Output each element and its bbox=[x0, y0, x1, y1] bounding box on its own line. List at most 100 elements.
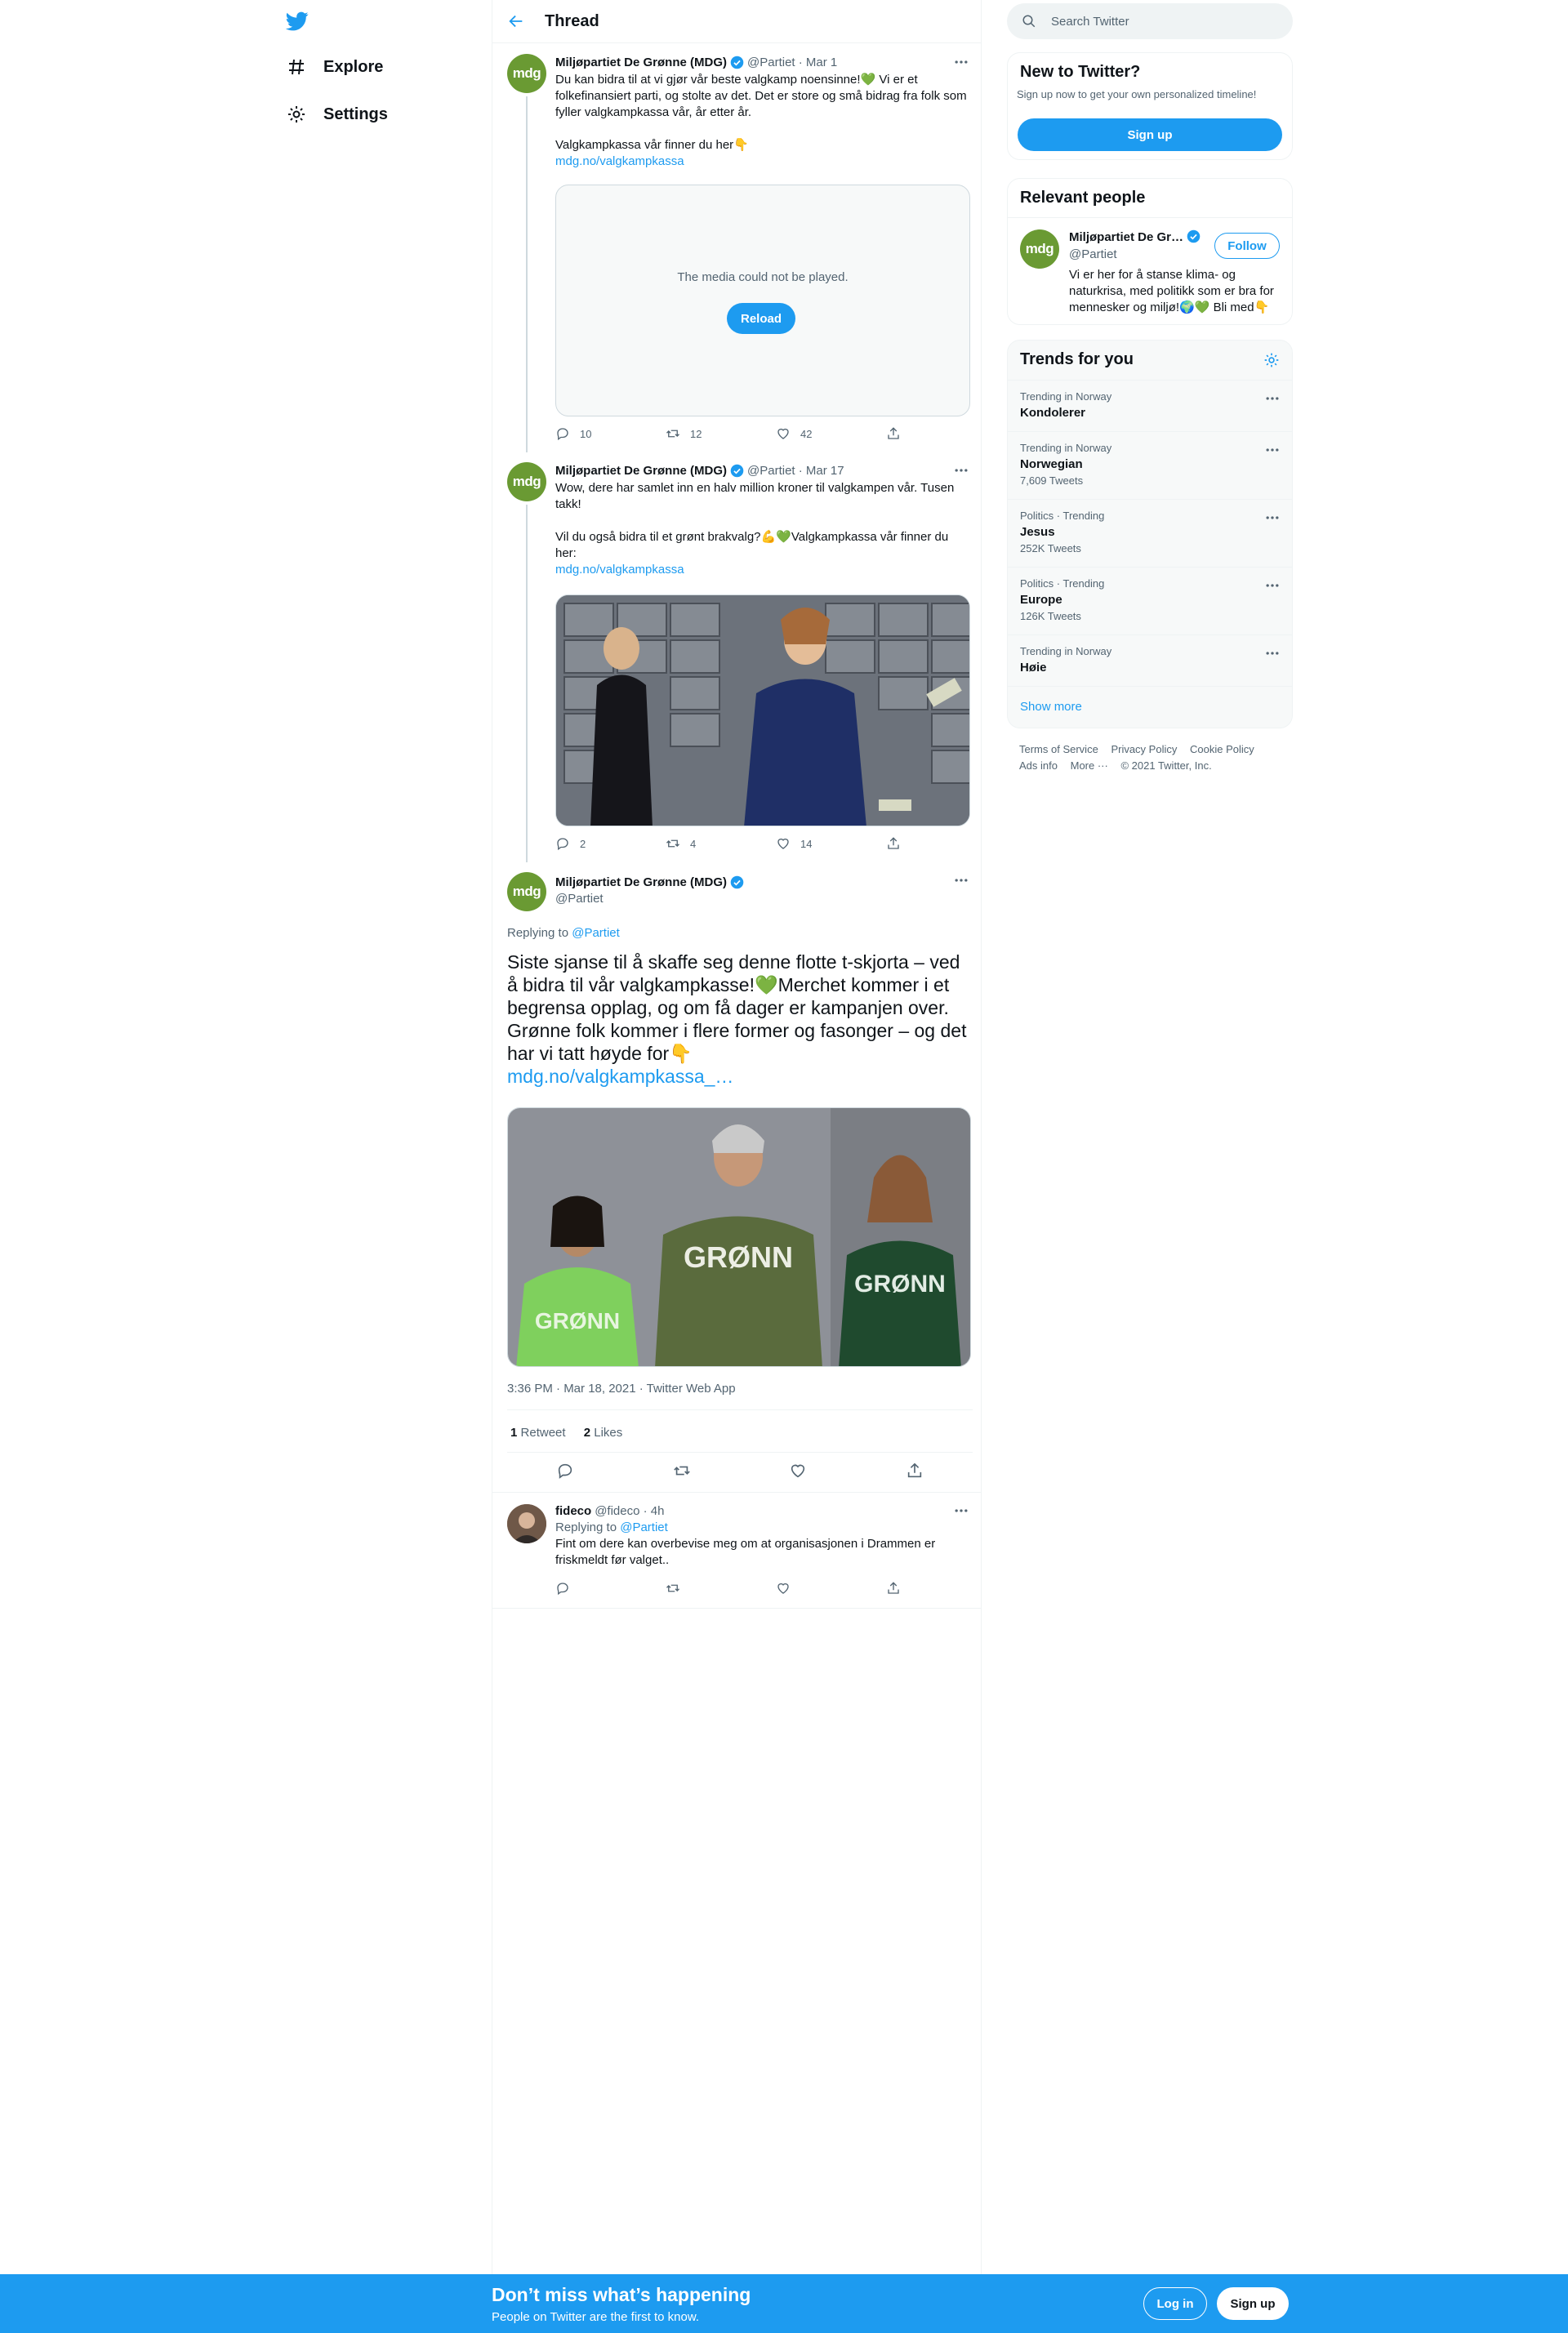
reload-button[interactable]: Reload bbox=[727, 303, 795, 334]
more-icon[interactable] bbox=[953, 872, 969, 888]
trend-item[interactable]: Trending in Norway Norwegian 7,609 Tweet… bbox=[1008, 431, 1292, 499]
avatar[interactable]: mdg bbox=[1020, 229, 1059, 269]
new-to-twitter-card: New to Twitter? Sign up now to get your … bbox=[1007, 52, 1293, 160]
tweet-link[interactable]: mdg.no/valgkampkassa bbox=[555, 562, 972, 578]
trend-name: Kondolerer bbox=[1020, 406, 1086, 420]
tweet[interactable]: mdg Miljøpartiet De Grønne (MDG) @Partie… bbox=[492, 44, 981, 452]
avatar[interactable]: mdg bbox=[507, 872, 546, 911]
shirt-print: GRØNN bbox=[684, 1240, 793, 1274]
tweet[interactable]: mdg Miljøpartiet De Grønne (MDG) @Partie… bbox=[492, 452, 981, 862]
more-icon[interactable] bbox=[1264, 510, 1281, 526]
share-action[interactable] bbox=[886, 1581, 996, 1596]
trend-item[interactable]: Politics · Trending Europe 126K Tweets bbox=[1008, 567, 1292, 634]
search-input[interactable] bbox=[1051, 14, 1263, 29]
nav-explore[interactable]: Explore bbox=[286, 51, 383, 83]
divider bbox=[507, 1452, 973, 1453]
share-icon bbox=[888, 1582, 899, 1594]
reply-action[interactable]: 2 bbox=[555, 836, 666, 851]
tweet-photo[interactable] bbox=[555, 594, 970, 826]
gear-icon[interactable] bbox=[1263, 352, 1280, 368]
avatar[interactable]: mdg bbox=[507, 462, 546, 501]
search-box[interactable] bbox=[1007, 3, 1293, 39]
trend-count: 7,609 Tweets bbox=[1020, 474, 1084, 487]
tweet-timestamp[interactable]: 3:36 PM · Mar 18, 2021 · Twitter Web App bbox=[507, 1382, 736, 1396]
more-icon[interactable] bbox=[1264, 577, 1281, 594]
reply-action[interactable] bbox=[555, 1581, 666, 1596]
mailboxes-photo bbox=[556, 595, 969, 826]
like-count: 14 bbox=[800, 837, 813, 850]
retweet-action[interactable]: 4 bbox=[666, 836, 776, 851]
trend-item[interactable]: Trending in Norway Kondolerer bbox=[1008, 380, 1292, 431]
divider bbox=[507, 1409, 973, 1410]
user-name[interactable]: fideco bbox=[555, 1504, 591, 1518]
twitter-logo-icon[interactable] bbox=[284, 10, 310, 33]
likes-stat[interactable]: 2 Likes bbox=[584, 1426, 623, 1440]
user-name[interactable]: Miljøpartiet De Grønne (MDG) bbox=[555, 464, 727, 478]
retweet-icon[interactable] bbox=[673, 1462, 691, 1480]
tshirts-photo: GRØNN GRØNN GRØNN bbox=[508, 1108, 970, 1366]
banner-subline: People on Twitter are the first to know. bbox=[492, 2310, 700, 2324]
replying-to-link[interactable]: @Partiet bbox=[572, 926, 620, 940]
tweet-photo[interactable]: GRØNN GRØNN GRØNN bbox=[507, 1107, 971, 1367]
focused-tweet: mdg Miljøpartiet De Grønne (MDG) @Partie… bbox=[492, 862, 981, 1493]
replying-prefix: Replying to bbox=[555, 1520, 621, 1534]
like-action[interactable]: 42 bbox=[776, 426, 886, 441]
handle-date: @Partiet · Mar 17 bbox=[747, 463, 844, 478]
trend-context: Trending in Norway bbox=[1020, 645, 1112, 657]
more-icon[interactable] bbox=[1264, 390, 1281, 407]
relevant-name[interactable]: Miljøpartiet De Gr… bbox=[1069, 230, 1183, 244]
share-icon[interactable] bbox=[906, 1462, 924, 1480]
banner-signup-button[interactable]: Sign up bbox=[1217, 2287, 1289, 2320]
more-link[interactable]: More ··· bbox=[1071, 759, 1108, 772]
terms-link[interactable]: Terms of Service bbox=[1019, 743, 1098, 755]
tweet-actions bbox=[555, 1581, 996, 1596]
like-action[interactable]: 14 bbox=[776, 836, 886, 851]
trend-item[interactable]: Trending in Norway Høie bbox=[1008, 634, 1292, 686]
reply-tweet[interactable]: fideco @fideco · 4h Replying to @Partiet… bbox=[492, 1493, 981, 1609]
show-more-link[interactable]: Show more bbox=[1020, 700, 1082, 714]
reply-icon[interactable] bbox=[556, 1462, 574, 1480]
back-arrow-icon[interactable] bbox=[507, 12, 525, 30]
retweets-stat[interactable]: 1 Retweet bbox=[510, 1426, 566, 1440]
user-name[interactable]: Miljøpartiet De Grønne (MDG) bbox=[555, 56, 727, 69]
copyright: © 2021 Twitter, Inc. bbox=[1120, 759, 1212, 772]
signup-button[interactable]: Sign up bbox=[1018, 118, 1282, 151]
avatar[interactable] bbox=[507, 1504, 546, 1543]
more-icon[interactable] bbox=[1264, 645, 1281, 661]
tweet-link[interactable]: mdg.no/valgkampkassa bbox=[555, 154, 972, 170]
tweet-body: fideco @fideco · 4h Replying to @Partiet… bbox=[555, 1503, 972, 1569]
hashtag-icon bbox=[286, 56, 307, 78]
replying-to-link[interactable]: @Partiet bbox=[620, 1520, 668, 1534]
tweet-text: Du kan bidra til at vi gjør vår beste va… bbox=[555, 73, 967, 152]
trend-name: Høie bbox=[1020, 661, 1047, 675]
more-icon[interactable] bbox=[1264, 442, 1281, 458]
tweet-text: Siste sjanse til å skaffe seg denne flot… bbox=[507, 951, 967, 1064]
heart-icon bbox=[777, 838, 789, 849]
follow-button[interactable]: Follow bbox=[1214, 233, 1280, 259]
cookie-link[interactable]: Cookie Policy bbox=[1190, 743, 1254, 755]
ads-info-link[interactable]: Ads info bbox=[1019, 759, 1058, 772]
user-name[interactable]: Miljøpartiet De Grønne (MDG) bbox=[555, 875, 727, 889]
privacy-link[interactable]: Privacy Policy bbox=[1111, 743, 1177, 755]
nav-settings[interactable]: Settings bbox=[286, 98, 388, 131]
avatar[interactable]: mdg bbox=[507, 54, 546, 93]
replying-prefix: Replying to bbox=[507, 926, 572, 940]
retweet-action[interactable]: 12 bbox=[666, 426, 776, 441]
user-handle: @Partiet bbox=[555, 892, 604, 906]
trend-name: Europe bbox=[1020, 593, 1062, 607]
reply-action[interactable]: 10 bbox=[555, 426, 666, 441]
login-button[interactable]: Log in bbox=[1143, 2287, 1207, 2320]
banner-headline: Don’t miss what’s happening bbox=[492, 2284, 751, 2305]
thread-line bbox=[526, 505, 528, 862]
tweet-link[interactable]: mdg.no/valgkampkassa_… bbox=[507, 1066, 733, 1087]
media-player[interactable]: The media could not be played. Reload bbox=[555, 185, 970, 416]
relevant-bio: Vi er her for å stanse klima- og naturkr… bbox=[1069, 268, 1274, 314]
likes-number: 2 bbox=[583, 1426, 591, 1440]
retweet-action[interactable] bbox=[666, 1581, 776, 1596]
like-action[interactable] bbox=[776, 1581, 886, 1596]
trend-item[interactable]: Politics · Trending Jesus 252K Tweets bbox=[1008, 499, 1292, 567]
heart-icon[interactable] bbox=[789, 1462, 807, 1480]
user-line: Miljøpartiet De Grønne (MDG) @Partiet · … bbox=[555, 54, 972, 70]
share-action[interactable] bbox=[886, 836, 996, 851]
share-action[interactable] bbox=[886, 426, 996, 441]
